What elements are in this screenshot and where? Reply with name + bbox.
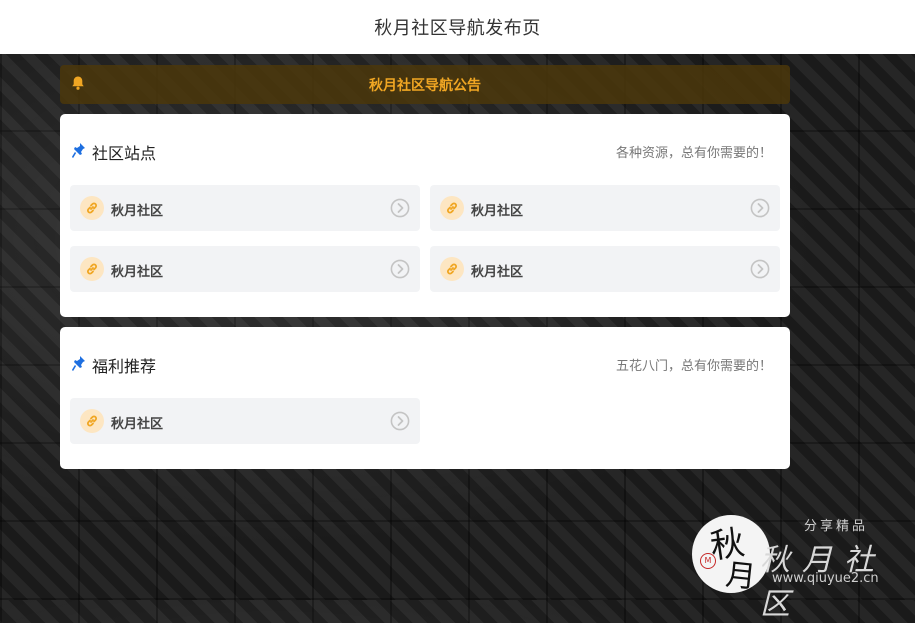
chevron-right-icon [390, 259, 410, 279]
site-link[interactable]: 秋月社区 [70, 246, 420, 292]
site-watermark: 秋 月 M 分享精品 秋月社区 www.qiuyue2.cn [688, 505, 915, 622]
section-sites: 社区站点 各种资源，总有你需要的！ 秋月社区 秋月社区 秋月社区 秋月社区 [60, 114, 790, 317]
section-header: 社区站点 各种资源，总有你需要的！ [60, 114, 790, 186]
watermark-url: www.qiuyue2.cn [772, 571, 879, 586]
section-subtitle: 五花八门，总有你需要的！ [615, 359, 772, 374]
link-label: 秋月社区 [111, 265, 164, 280]
chevron-right-icon [390, 198, 410, 218]
site-link[interactable]: 秋月社区 [70, 398, 420, 444]
link-icon [440, 257, 464, 281]
link-icon [80, 409, 104, 433]
link-icon [80, 196, 104, 220]
link-label: 秋月社区 [111, 417, 164, 432]
chevron-right-icon [750, 259, 770, 279]
pin-icon [71, 142, 86, 158]
section-header: 福利推荐 五花八门，总有你需要的！ [60, 327, 790, 399]
top-bar: 秋月社区导航发布页 [0, 0, 915, 54]
section-subtitle: 各种资源，总有你需要的！ [615, 146, 772, 161]
section-welfare: 福利推荐 五花八门，总有你需要的！ 秋月社区 [60, 327, 790, 469]
site-link[interactable]: 秋月社区 [430, 246, 780, 292]
site-link[interactable]: 秋月社区 [430, 185, 780, 231]
watermark-tagline: 分享精品 [804, 519, 869, 534]
link-icon [80, 257, 104, 281]
section-title: 社区站点 [92, 144, 157, 163]
page-title: 秋月社区导航发布页 [374, 18, 541, 39]
site-link[interactable]: 秋月社区 [70, 185, 420, 231]
link-label: 秋月社区 [111, 204, 164, 219]
notice-bar[interactable]: 秋月社区导航公告 [60, 65, 790, 104]
notice-text: 秋月社区导航公告 [369, 77, 481, 94]
seal-char: 月 [723, 557, 758, 593]
chevron-right-icon [750, 198, 770, 218]
chevron-right-icon [390, 411, 410, 431]
section-title: 福利推荐 [92, 357, 157, 376]
watermark-seal: 秋 月 M [692, 515, 770, 593]
bell-icon [70, 75, 86, 91]
pin-icon [71, 355, 86, 371]
seal-stamp: M [700, 553, 716, 569]
link-label: 秋月社区 [471, 204, 524, 219]
link-label: 秋月社区 [471, 265, 524, 280]
link-icon [440, 196, 464, 220]
